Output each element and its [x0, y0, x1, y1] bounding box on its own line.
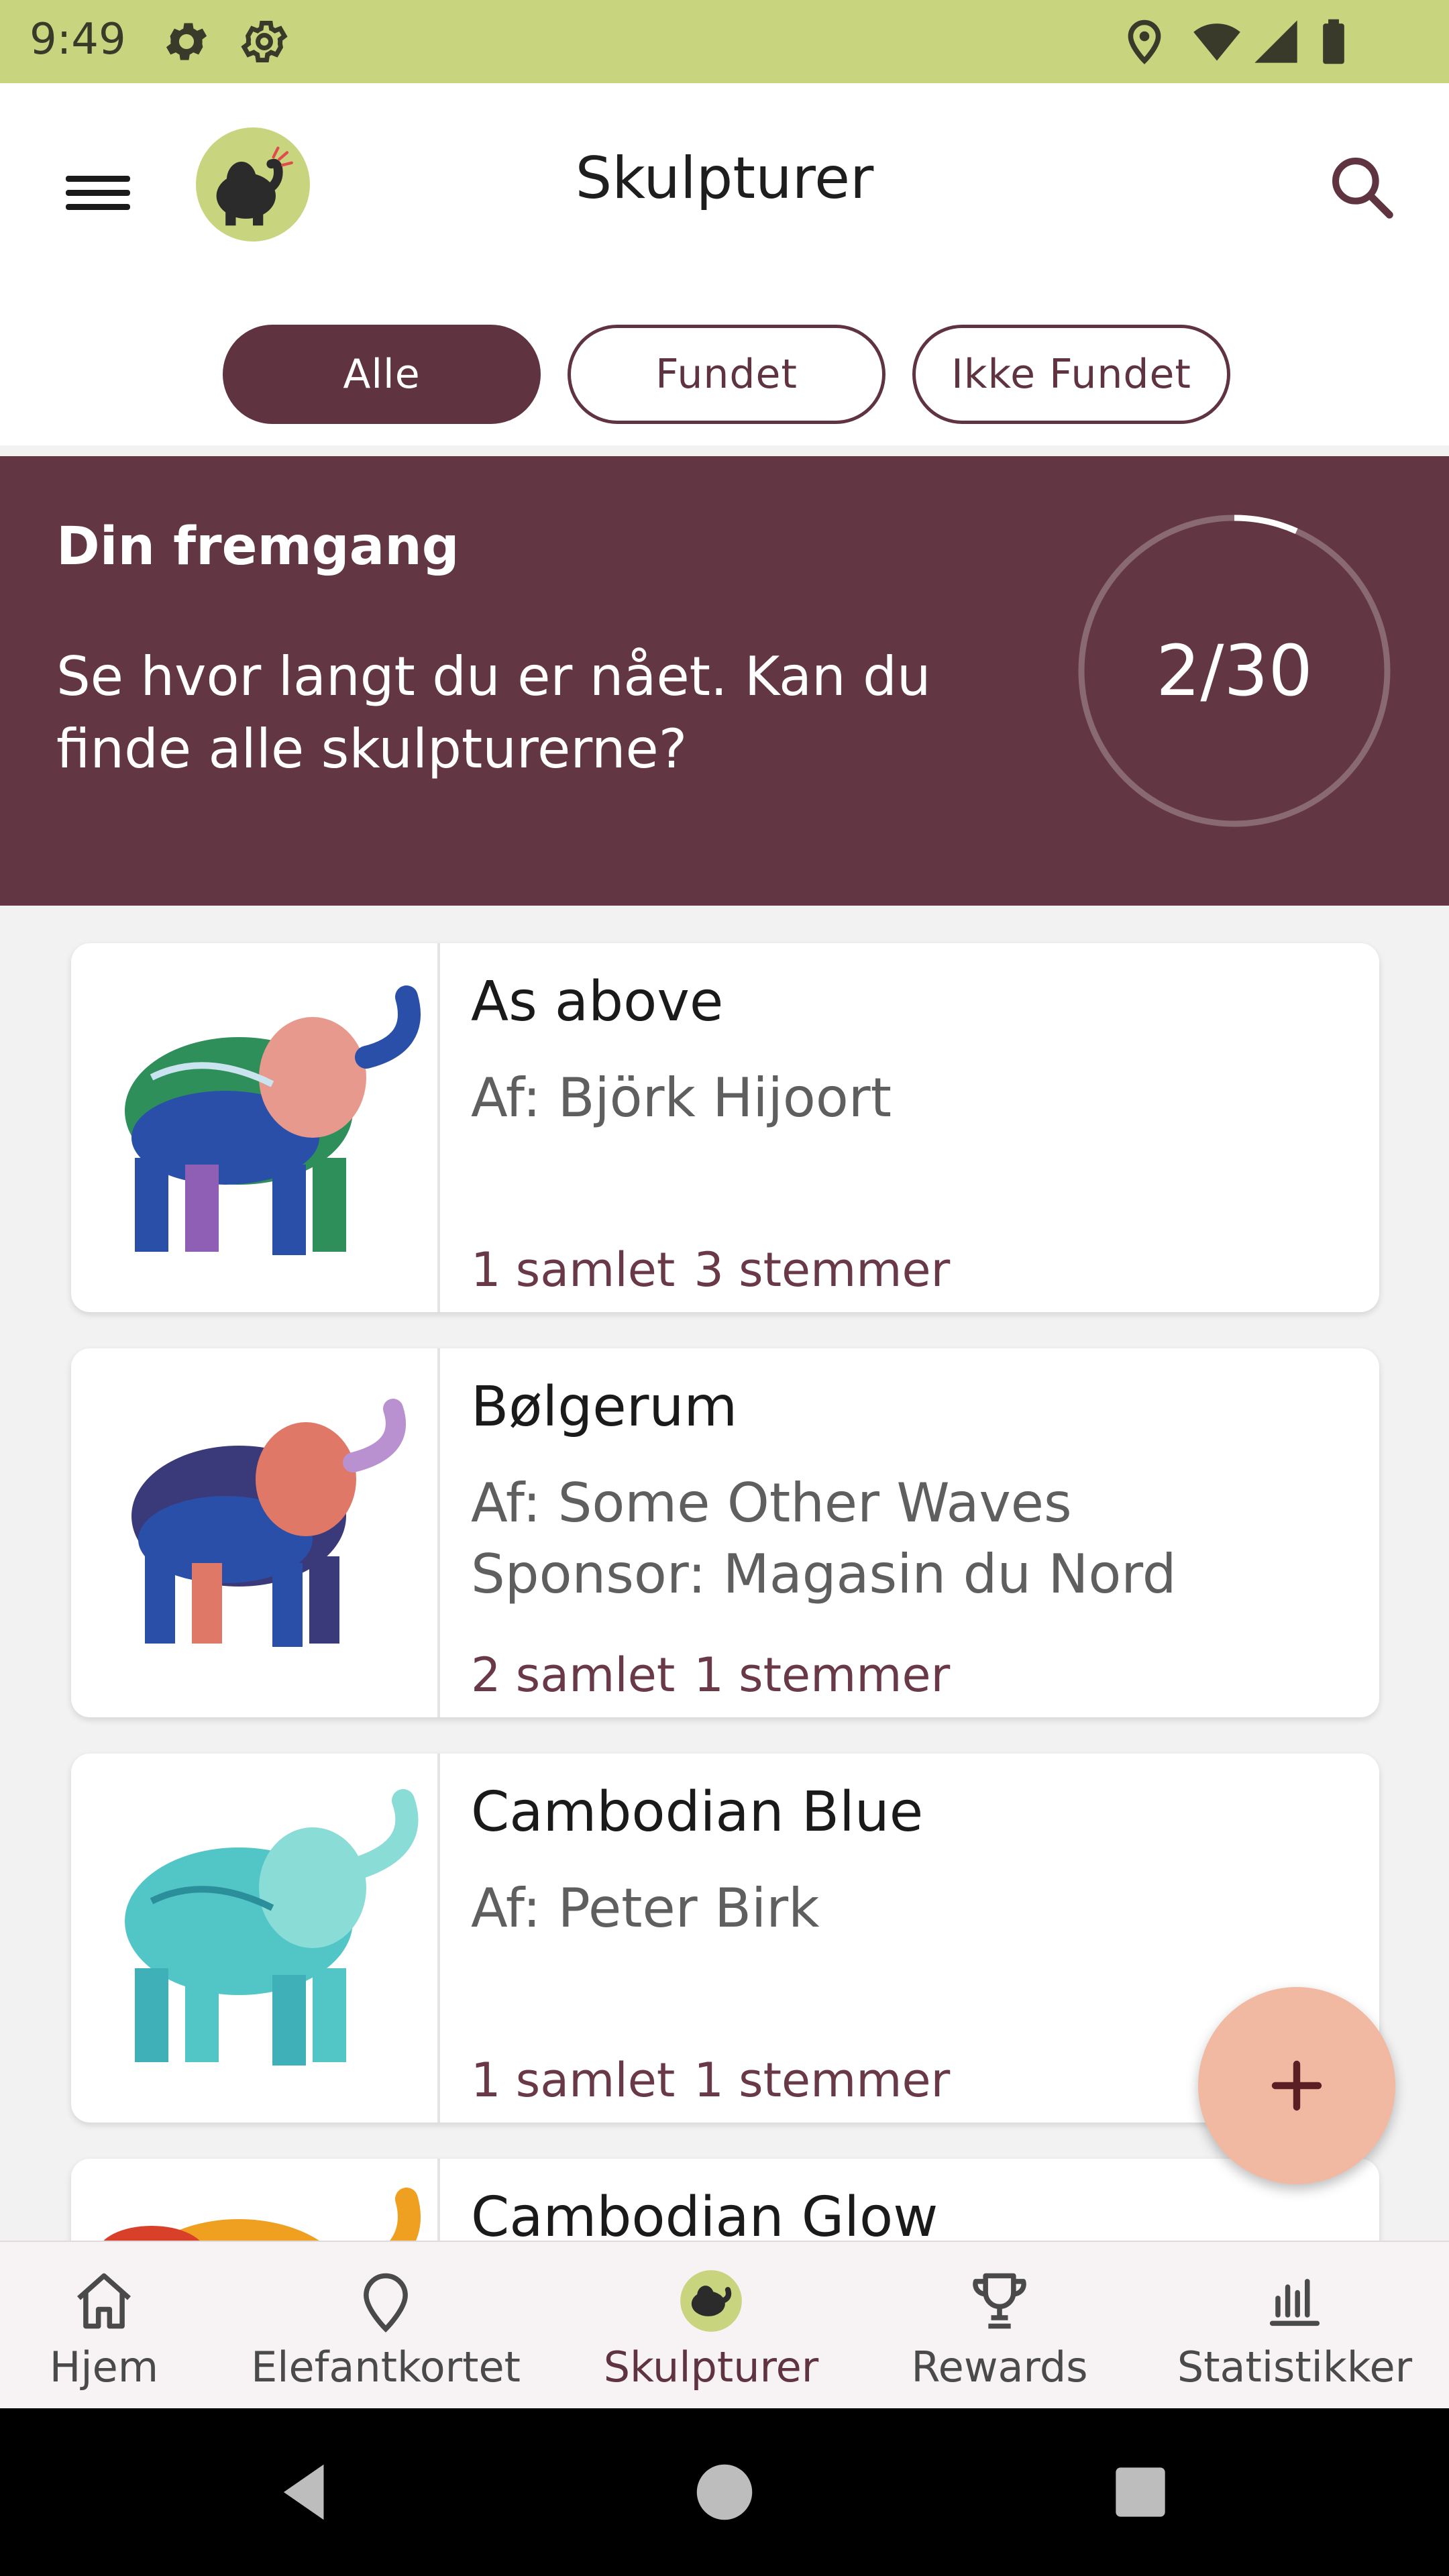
search-icon[interactable]	[1325, 150, 1399, 224]
collected-count: 1 samlet	[471, 1242, 676, 1297]
add-button[interactable]	[1198, 1987, 1395, 2184]
sculpture-artist: Af: Björk Hijoort	[471, 1067, 892, 1129]
sculpture-card[interactable]: Cambodian Glow	[71, 2159, 1379, 2241]
gear-icon	[166, 23, 207, 60]
battery-icon	[1323, 19, 1344, 64]
progress-count: 2/30	[1156, 630, 1313, 712]
sculpture-image-cambodian-blue	[71, 1754, 440, 2123]
nav-item-hjem[interactable]: Hjem	[0, 2242, 208, 2410]
sculpture-sponsor: Sponsor: Magasin du Nord	[471, 1543, 1177, 1605]
wifi-icon	[1193, 23, 1240, 61]
recents-icon[interactable]	[1104, 2455, 1177, 2529]
sculpture-stats: 1 samlet 3 stemmer	[471, 1242, 969, 1297]
sculpture-artist: Af: Peter Birk	[471, 1877, 820, 1939]
collected-count: 1 samlet	[471, 2053, 676, 2108]
sculpture-card[interactable]: Bølgerum Af: Some Other Waves Sponsor: M…	[71, 1348, 1379, 1717]
filter-chips: Alle Fundet Ikke Fundet	[0, 325, 1449, 425]
sculpture-name: Bølgerum	[471, 1375, 738, 1439]
votes-count: 1 stemmer	[694, 2053, 951, 2108]
page-title: Skulpturer	[575, 145, 874, 212]
filter-chip-alle[interactable]: Alle	[223, 325, 541, 424]
sculpture-card[interactable]: As above Af: Björk Hijoort 1 samlet 3 ste…	[71, 943, 1379, 1312]
nav-label: Hjem	[49, 2343, 159, 2392]
map-pin-icon	[364, 2273, 408, 2332]
filter-chip-ikke-fundet[interactable]: Ikke Fundet	[912, 325, 1230, 424]
bottom-navigation: Hjem Elefantkortet Skulpturer Rewards St…	[0, 2241, 1449, 2408]
elephant-icon	[680, 2270, 742, 2332]
nav-label: Elefantkortet	[251, 2343, 521, 2392]
sculpture-name: Cambodian Blue	[471, 1780, 924, 1844]
sculpture-image-bolgerum	[71, 1348, 440, 1717]
sculpture-stats: 1 samlet 1 stemmer	[471, 2053, 969, 2108]
progress-text: Se hvor langt du er nået. Kan du finde a…	[56, 645, 931, 780]
sculpture-name: Cambodian Glow	[471, 2186, 938, 2241]
votes-count: 1 stemmer	[694, 1648, 951, 1703]
sculpture-card[interactable]: Cambodian Blue Af: Peter Birk 1 samlet 1 …	[71, 1754, 1379, 2123]
sculpture-name: As above	[471, 970, 724, 1034]
collected-count: 2 samlet	[471, 1648, 676, 1703]
progress-banner: Din fremgang Se hvor langt du er nået. K…	[0, 456, 1449, 906]
votes-count: 3 stemmer	[694, 1242, 951, 1297]
cell-signal-icon	[1254, 20, 1297, 63]
plus-icon	[1271, 2060, 1322, 2111]
bar-chart-icon	[1269, 2279, 1320, 2326]
nav-item-statistikker[interactable]: Statistikker	[1154, 2242, 1436, 2410]
app-bar: Skulpturer Alle Fundet Ikke Fundet	[0, 83, 1449, 445]
back-icon[interactable]	[268, 2455, 342, 2529]
status-time: 9:49	[30, 15, 126, 64]
system-navigation-bar	[0, 2408, 1449, 2576]
sculpture-image-cambodian-glow	[71, 2159, 440, 2241]
nav-item-elefantkortet[interactable]: Elefantkortet	[228, 2242, 543, 2410]
nav-item-skulpturer[interactable]: Skulpturer	[577, 2242, 845, 2410]
nav-label: Rewards	[911, 2343, 1088, 2392]
status-bar: 9:49	[0, 0, 1449, 83]
trophy-icon	[973, 2273, 1026, 2329]
settings-cog-icon	[241, 20, 288, 63]
home-circle-icon[interactable]	[688, 2455, 761, 2529]
filter-chip-fundet[interactable]: Fundet	[568, 325, 885, 424]
sculpture-image-as-above	[71, 943, 440, 1312]
nav-item-rewards[interactable]: Rewards	[892, 2242, 1107, 2410]
nav-label: Skulpturer	[603, 2343, 819, 2392]
nav-label: Statistikker	[1177, 2343, 1413, 2392]
sculpture-artist: Af: Some Other Waves	[471, 1472, 1072, 1534]
home-icon	[77, 2273, 131, 2329]
progress-title: Din fremgang	[56, 517, 460, 577]
location-pin-icon	[1128, 19, 1161, 64]
sculpture-stats: 2 samlet 1 stemmer	[471, 1648, 969, 1703]
